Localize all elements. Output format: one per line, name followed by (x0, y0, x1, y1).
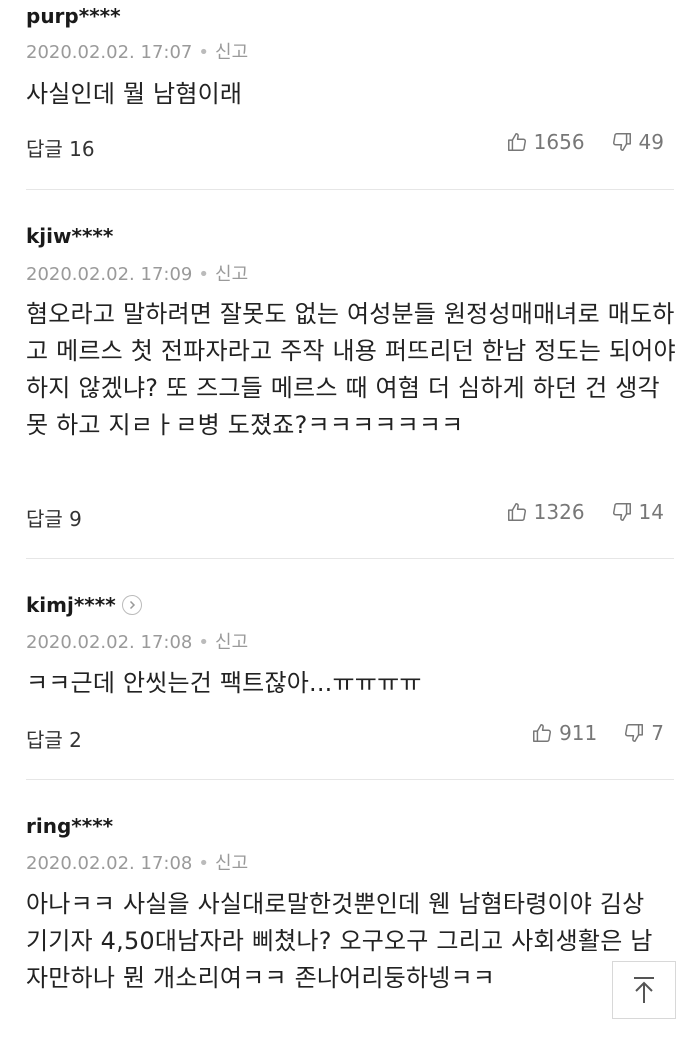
comment-text: 아나ㅋㅋ 사실을 사실대로말한것뿐인데 웬 남혐타령이야 김상기기자 4,50대… (26, 890, 653, 992)
dislike-count: 7 (651, 721, 664, 745)
comment-date: 2020.02.02. 17:08 (26, 853, 193, 874)
divider (26, 189, 674, 190)
thumbs-up-icon (533, 724, 552, 742)
separator-dot: • (198, 632, 210, 653)
separator-dot: • (198, 853, 210, 874)
comment-username[interactable]: ring**** (26, 814, 113, 838)
thumbs-up-icon (507, 133, 526, 151)
comment-text: 혐오라고 말하려면 잘못도 없는 여성분들 원정성매매녀로 매도하고 메르스 첫… (26, 300, 676, 439)
comment-date: 2020.02.02. 17:07 (26, 42, 193, 63)
comment-date: 2020.02.02. 17:09 (26, 264, 193, 285)
separator-dot: • (198, 42, 210, 63)
arrow-up-icon (634, 977, 654, 1003)
report-link[interactable]: 신고 (215, 853, 248, 874)
report-link[interactable]: 신고 (215, 42, 248, 63)
dislike-count: 49 (638, 130, 664, 154)
comment-date: 2020.02.02. 17:08 (26, 632, 193, 653)
comment-text: ㅋㅋ근데 안씻는건 팩트잖아...ㅠㅠㅠㅠ (26, 669, 422, 697)
comment-username[interactable]: kimj**** (26, 593, 142, 617)
vote-group: 1656 49 (506, 130, 664, 154)
thumbs-down-icon (612, 133, 631, 151)
dislike-button[interactable]: 14 (611, 500, 664, 524)
vote-group: 1326 14 (506, 500, 664, 524)
comment-username[interactable]: purp**** (26, 4, 121, 28)
like-button[interactable]: 1656 (506, 130, 585, 154)
thumbs-down-icon (625, 724, 644, 742)
vote-group: 911 7 (531, 721, 664, 745)
comment-username[interactable]: kjiw**** (26, 224, 113, 248)
divider (26, 558, 674, 559)
thumbs-down-icon (612, 503, 631, 521)
reply-button[interactable]: 답글 9 (26, 503, 82, 532)
scroll-top-button[interactable] (612, 961, 676, 1019)
comment-meta: 2020.02.02. 17:09 • 신고 (26, 260, 248, 286)
like-button[interactable]: 1326 (506, 500, 585, 524)
comment-meta: 2020.02.02. 17:08 • 신고 (26, 628, 248, 654)
report-link[interactable]: 신고 (215, 632, 248, 653)
comment-meta: 2020.02.02. 17:08 • 신고 (26, 849, 248, 875)
thumbs-up-icon (507, 503, 526, 521)
comment-meta: 2020.02.02. 17:07 • 신고 (26, 38, 248, 64)
like-count: 1326 (533, 500, 585, 524)
report-link[interactable]: 신고 (215, 264, 248, 285)
like-count: 911 (559, 721, 598, 745)
dislike-button[interactable]: 7 (623, 721, 664, 745)
like-count: 1656 (533, 130, 585, 154)
comment-text: 사실인데 뭘 남혐이래 (26, 80, 243, 108)
dislike-count: 14 (638, 500, 664, 524)
reply-button[interactable]: 답글 16 (26, 133, 95, 162)
like-button[interactable]: 911 (531, 721, 597, 745)
dislike-button[interactable]: 49 (611, 130, 664, 154)
profile-link[interactable] (121, 595, 142, 615)
chevron-right-icon (129, 600, 135, 610)
separator-dot: • (198, 264, 210, 285)
reply-button[interactable]: 답글 2 (26, 724, 82, 753)
divider (26, 779, 674, 780)
